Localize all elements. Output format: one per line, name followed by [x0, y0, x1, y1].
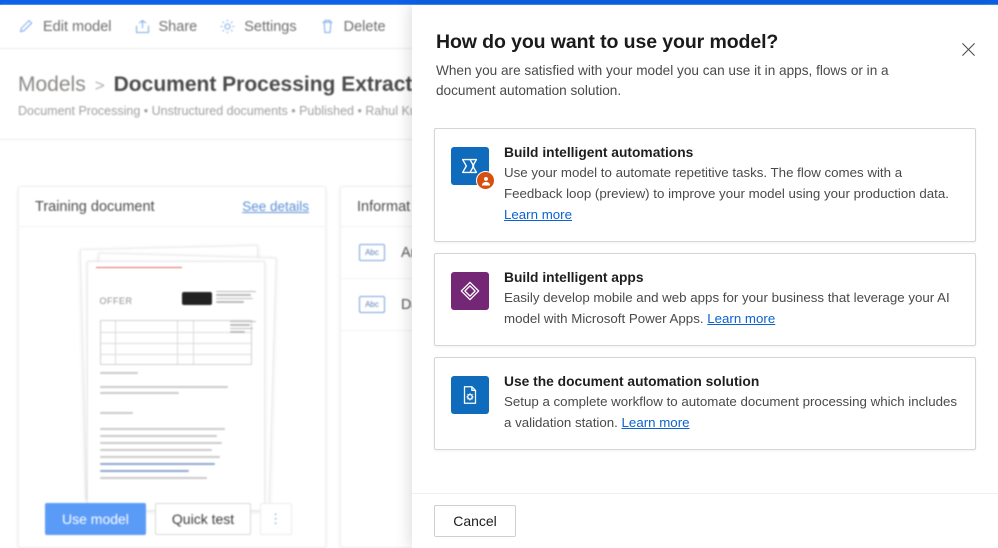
- training-card-actions: Use model Quick test ⋮: [19, 491, 325, 547]
- command-edit-model[interactable]: Edit model: [18, 18, 112, 35]
- offer-heading: OFFER: [99, 296, 133, 306]
- learn-more-link[interactable]: Learn more: [504, 207, 572, 222]
- document-paragraph-1: [99, 372, 228, 380]
- company-logo-icon: [181, 292, 212, 305]
- option-description-text: Use your model to automate repetitive ta…: [504, 165, 949, 201]
- learn-more-link[interactable]: Learn more: [622, 415, 690, 430]
- option-icon-wrap: [451, 376, 489, 414]
- text-field-icon: Abc: [359, 296, 385, 313]
- command-label: Settings: [244, 18, 297, 35]
- text-field-icon: Abc: [359, 244, 385, 261]
- see-details-link[interactable]: See details: [242, 199, 309, 214]
- option-title: Use the document automation solution: [504, 374, 760, 389]
- option-title: Build intelligent automations: [504, 145, 694, 160]
- command-share[interactable]: Share: [134, 18, 198, 35]
- gear-icon: [219, 18, 236, 35]
- command-settings[interactable]: Settings: [219, 18, 297, 35]
- option-description: Use your model to automate repetitive ta…: [504, 162, 959, 225]
- company-address-lines: [215, 291, 256, 305]
- command-label: Delete: [343, 18, 386, 35]
- quick-test-button[interactable]: Quick test: [154, 503, 252, 535]
- dialog-subtitle: When you are satisfied with your model y…: [436, 63, 889, 98]
- option-build-intelligent-apps[interactable]: Build intelligent apps Easily develop mo…: [434, 253, 976, 346]
- learn-more-link[interactable]: Learn more: [707, 311, 775, 326]
- command-label: Edit model: [43, 18, 112, 35]
- document-paragraph-3: [99, 412, 228, 420]
- document-automation-icon: [451, 376, 489, 414]
- option-text: Build intelligent apps Easily develop mo…: [504, 270, 959, 329]
- option-title: Build intelligent apps: [504, 270, 644, 285]
- close-icon: [961, 42, 976, 57]
- use-model-dialog: How do you want to use your model? When …: [412, 5, 998, 548]
- pencil-icon: [18, 18, 35, 35]
- option-text: Use the document automation solution Set…: [504, 374, 959, 433]
- close-button[interactable]: [952, 33, 984, 65]
- document-seal-icon: [229, 310, 256, 342]
- training-document-card: Training document See details OFFER Use …: [18, 186, 326, 548]
- option-description-text: Setup a complete workflow to automate do…: [504, 394, 958, 430]
- breadcrumb-separator-icon: >: [94, 76, 105, 95]
- share-icon: [134, 18, 151, 35]
- dialog-header: How do you want to use your model? When …: [412, 5, 998, 101]
- document-preview-stack: OFFER: [65, 244, 280, 511]
- person-badge-icon: [476, 171, 495, 190]
- document-sheet-front: OFFER: [86, 261, 265, 511]
- power-apps-icon: [451, 272, 489, 310]
- option-icon-wrap: [451, 272, 489, 310]
- command-delete[interactable]: Delete: [319, 18, 386, 35]
- option-build-intelligent-automations[interactable]: Build intelligent automations Use your m…: [434, 128, 976, 242]
- training-card-header: Training document See details: [19, 187, 325, 227]
- use-model-button[interactable]: Use model: [45, 503, 146, 535]
- dialog-footer: Cancel: [412, 493, 998, 548]
- information-card-title: Informat: [357, 198, 411, 215]
- breadcrumb-models-link[interactable]: Models: [18, 73, 86, 97]
- document-paragraph-4: [99, 428, 228, 488]
- dialog-options-list: Build intelligent automations Use your m…: [412, 101, 998, 493]
- trash-icon: [319, 18, 336, 35]
- document-paragraph-2: [99, 386, 228, 400]
- option-description: Setup a complete workflow to automate do…: [504, 391, 959, 433]
- screen-root: Edit model Share Settings Delete Models …: [0, 0, 998, 548]
- dialog-title: How do you want to use your model?: [436, 31, 779, 53]
- command-label: Share: [158, 18, 198, 35]
- cancel-button[interactable]: Cancel: [434, 505, 516, 537]
- option-icon-wrap: [451, 147, 495, 190]
- option-text: Build intelligent automations Use your m…: [504, 145, 959, 225]
- training-card-title: Training document: [35, 198, 155, 215]
- option-description: Easily develop mobile and web apps for y…: [504, 287, 959, 329]
- more-options-button[interactable]: ⋮: [260, 503, 293, 535]
- option-document-automation-solution[interactable]: Use the document automation solution Set…: [434, 357, 976, 450]
